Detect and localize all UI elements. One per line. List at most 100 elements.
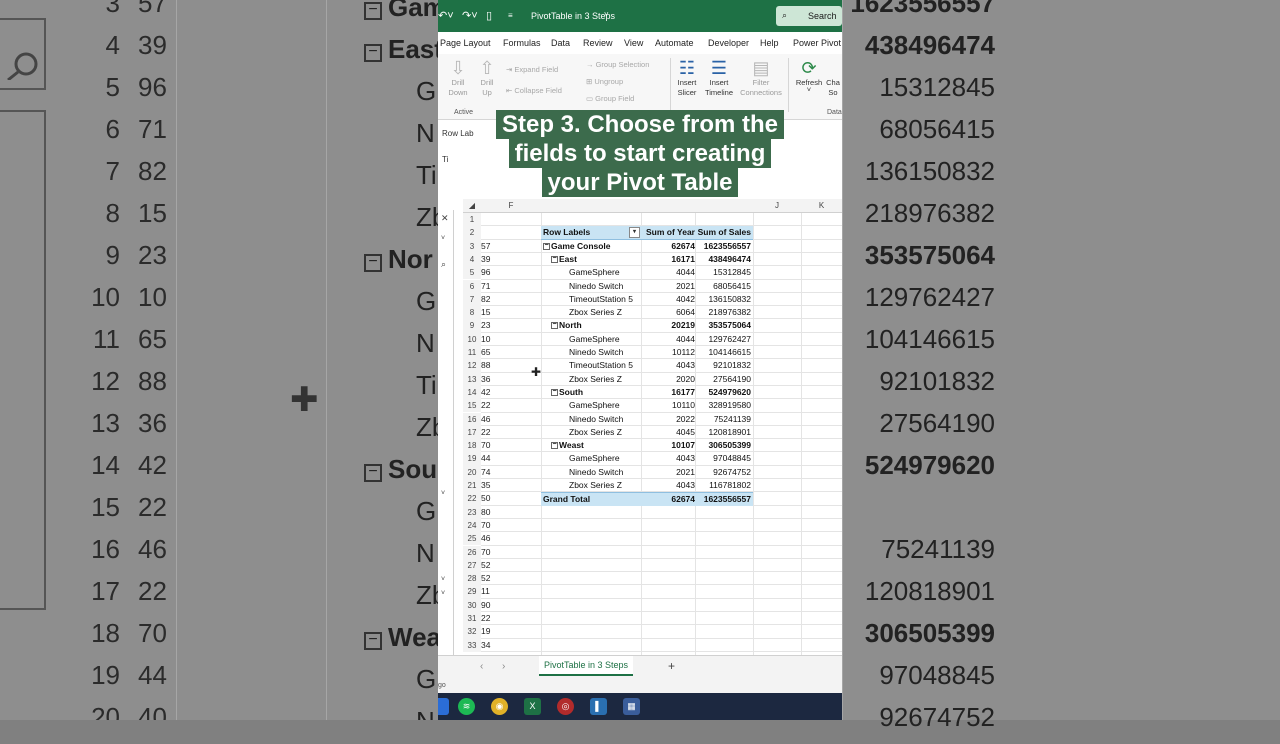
select-all-corner[interactable]: ◢	[463, 199, 481, 213]
app-icon[interactable]: ▌	[590, 698, 607, 715]
window-title[interactable]: PivotTable in 3 Steps	[531, 11, 615, 21]
cell-e[interactable]: 42	[481, 386, 501, 399]
pivot-row[interactable]: − South 16177 524979620	[541, 386, 753, 399]
chrome-icon[interactable]: ◉	[491, 698, 508, 715]
dropdown-chevron-icon[interactable]: ˅	[441, 590, 445, 597]
row-header[interactable]: 8	[463, 306, 481, 320]
close-icon[interactable]: ✕	[441, 213, 449, 224]
group-selection-button[interactable]: → Group Selection	[586, 60, 649, 69]
change-source-button[interactable]: Cha So	[826, 78, 842, 98]
row-header[interactable]: 9	[463, 319, 481, 333]
prev-sheet-icon[interactable]: ‹	[480, 661, 483, 672]
pivot-grand-total-row[interactable]: Grand Total 62674 1623556557	[541, 492, 753, 506]
cell-e[interactable]: 71	[481, 280, 501, 293]
row-header[interactable]: 4	[463, 252, 481, 267]
pivot-row[interactable]: GameSphere 4044 15312845	[541, 266, 753, 279]
row-header[interactable]: 32	[463, 625, 481, 639]
sheet-tab-active[interactable]: PivotTable in 3 Steps	[539, 656, 634, 676]
cell-e[interactable]: 82	[481, 293, 501, 306]
row-header[interactable]: 18	[463, 439, 481, 453]
row-header[interactable]: 1	[463, 213, 481, 227]
row-header[interactable]: 28	[463, 572, 481, 586]
row-header[interactable]: 29	[463, 585, 481, 599]
menu-developer[interactable]: Developer	[708, 38, 749, 48]
cell-e[interactable]: 39	[481, 253, 501, 266]
search-icon[interactable]: ⌕	[441, 259, 446, 270]
cell-e[interactable]: 88	[481, 359, 501, 372]
menu-view[interactable]: View	[624, 38, 643, 48]
row-header[interactable]: 3	[463, 239, 481, 253]
collapse-toggle-icon[interactable]: −	[551, 321, 558, 330]
pivot-row[interactable]: GameSphere 4043 97048845	[541, 452, 753, 465]
cell-e[interactable]: 80	[481, 506, 501, 519]
cell-e[interactable]: 70	[481, 519, 501, 532]
row-header[interactable]: 2	[463, 226, 481, 240]
cell-e[interactable]: 11	[481, 585, 501, 598]
excel-icon[interactable]: X	[524, 698, 541, 715]
cell-e[interactable]: 35	[481, 479, 501, 492]
pivot-header-row[interactable]: Row Labels Sum of Year Sum of Sales ▾	[541, 226, 753, 240]
group-field-button[interactable]: ▭ Group Field	[586, 94, 634, 103]
column-header-f[interactable]: F	[481, 199, 541, 213]
row-header[interactable]: 23	[463, 505, 481, 519]
cell-e[interactable]: 57	[481, 240, 501, 253]
menu-power-pivot[interactable]: Power Pivot	[793, 38, 841, 48]
row-header[interactable]: 16	[463, 412, 481, 426]
cell-e[interactable]: 44	[481, 452, 501, 465]
cell-e[interactable]: 22	[481, 426, 501, 439]
row-header[interactable]: 12	[463, 359, 481, 373]
spotify-icon[interactable]: ≋	[458, 698, 475, 715]
cell-e[interactable]: 96	[481, 266, 501, 279]
pivot-row[interactable]: GameSphere 10110 328919580	[541, 399, 753, 412]
pivot-row[interactable]: Zbox Series Z 6064 218976382	[541, 306, 753, 319]
collapse-toggle-icon[interactable]: −	[551, 388, 558, 396]
row-header[interactable]: 21	[463, 479, 481, 493]
menu-page-layout[interactable]: Page Layout	[440, 38, 491, 48]
search-box[interactable]: ⌕ Search	[776, 6, 842, 26]
cell-e[interactable]: 70	[481, 439, 501, 452]
row-header[interactable]: 20	[463, 465, 481, 479]
cell-e[interactable]: 65	[481, 346, 501, 359]
column-header-k[interactable]: K	[801, 199, 842, 213]
cell-e[interactable]: 15	[481, 306, 501, 319]
row-header[interactable]: 33	[463, 638, 481, 652]
next-sheet-icon[interactable]: ›	[502, 661, 505, 672]
menu-formulas[interactable]: Formulas	[503, 38, 541, 48]
row-header[interactable]: 19	[463, 452, 481, 466]
cell-e[interactable]: 22	[481, 612, 501, 625]
cell-e[interactable]: 23	[481, 319, 501, 332]
menu-help[interactable]: Help	[760, 38, 779, 48]
pivot-row[interactable]: Zbox Series Z 4045 120818901	[541, 426, 753, 439]
pivot-row[interactable]: − Game Console 62674 1623556557	[541, 240, 753, 253]
pivot-row[interactable]: − East 16171 438496474	[541, 253, 753, 266]
cell-e[interactable]: 50	[481, 492, 501, 505]
row-header[interactable]: 17	[463, 425, 481, 440]
row-header[interactable]: 6	[463, 279, 481, 293]
customize-icon[interactable]: ≡	[508, 11, 513, 20]
column-header-j[interactable]: J	[753, 199, 801, 213]
pivot-row[interactable]: GameSphere 4044 129762427	[541, 333, 753, 346]
insert-slicer-button[interactable]: ☷ Insert Slicer	[674, 58, 700, 98]
collapse-toggle-icon[interactable]: −	[543, 242, 550, 250]
pivot-row[interactable]: − North 20219 353575064	[541, 319, 753, 332]
pivot-row[interactable]: − Weast 10107 306505399	[541, 439, 753, 452]
pivot-row[interactable]: Ninedo Switch 10112 104146615	[541, 346, 753, 359]
row-header[interactable]: 27	[463, 558, 481, 573]
pivot-row[interactable]: TimeoutStation 5 4042 136150832	[541, 293, 753, 306]
file-icon[interactable]: ▯	[486, 9, 492, 22]
cell-e[interactable]: 46	[481, 532, 501, 545]
refresh-button[interactable]: ⟳ Refresh ˅	[792, 58, 826, 93]
menu-data[interactable]: Data	[551, 38, 570, 48]
drill-up-button[interactable]: ⇧ Drill Up	[476, 58, 498, 98]
pivot-row[interactable]: Zbox Series Z 4043 116781802	[541, 479, 753, 492]
cell-e[interactable]: 74	[481, 466, 501, 479]
cell-e[interactable]: 46	[481, 413, 501, 426]
cell-e[interactable]	[481, 226, 501, 239]
cell-e[interactable]: 34	[481, 639, 501, 652]
cell-e[interactable]: 70	[481, 546, 501, 559]
ungroup-button[interactable]: ⊞ Ungroup	[586, 77, 623, 86]
row-header[interactable]: 26	[463, 545, 481, 559]
undo-icon[interactable]: ↶˅	[438, 9, 454, 22]
cell-e[interactable]: 22	[481, 399, 501, 412]
calculator-icon[interactable]: ▦	[623, 698, 640, 715]
